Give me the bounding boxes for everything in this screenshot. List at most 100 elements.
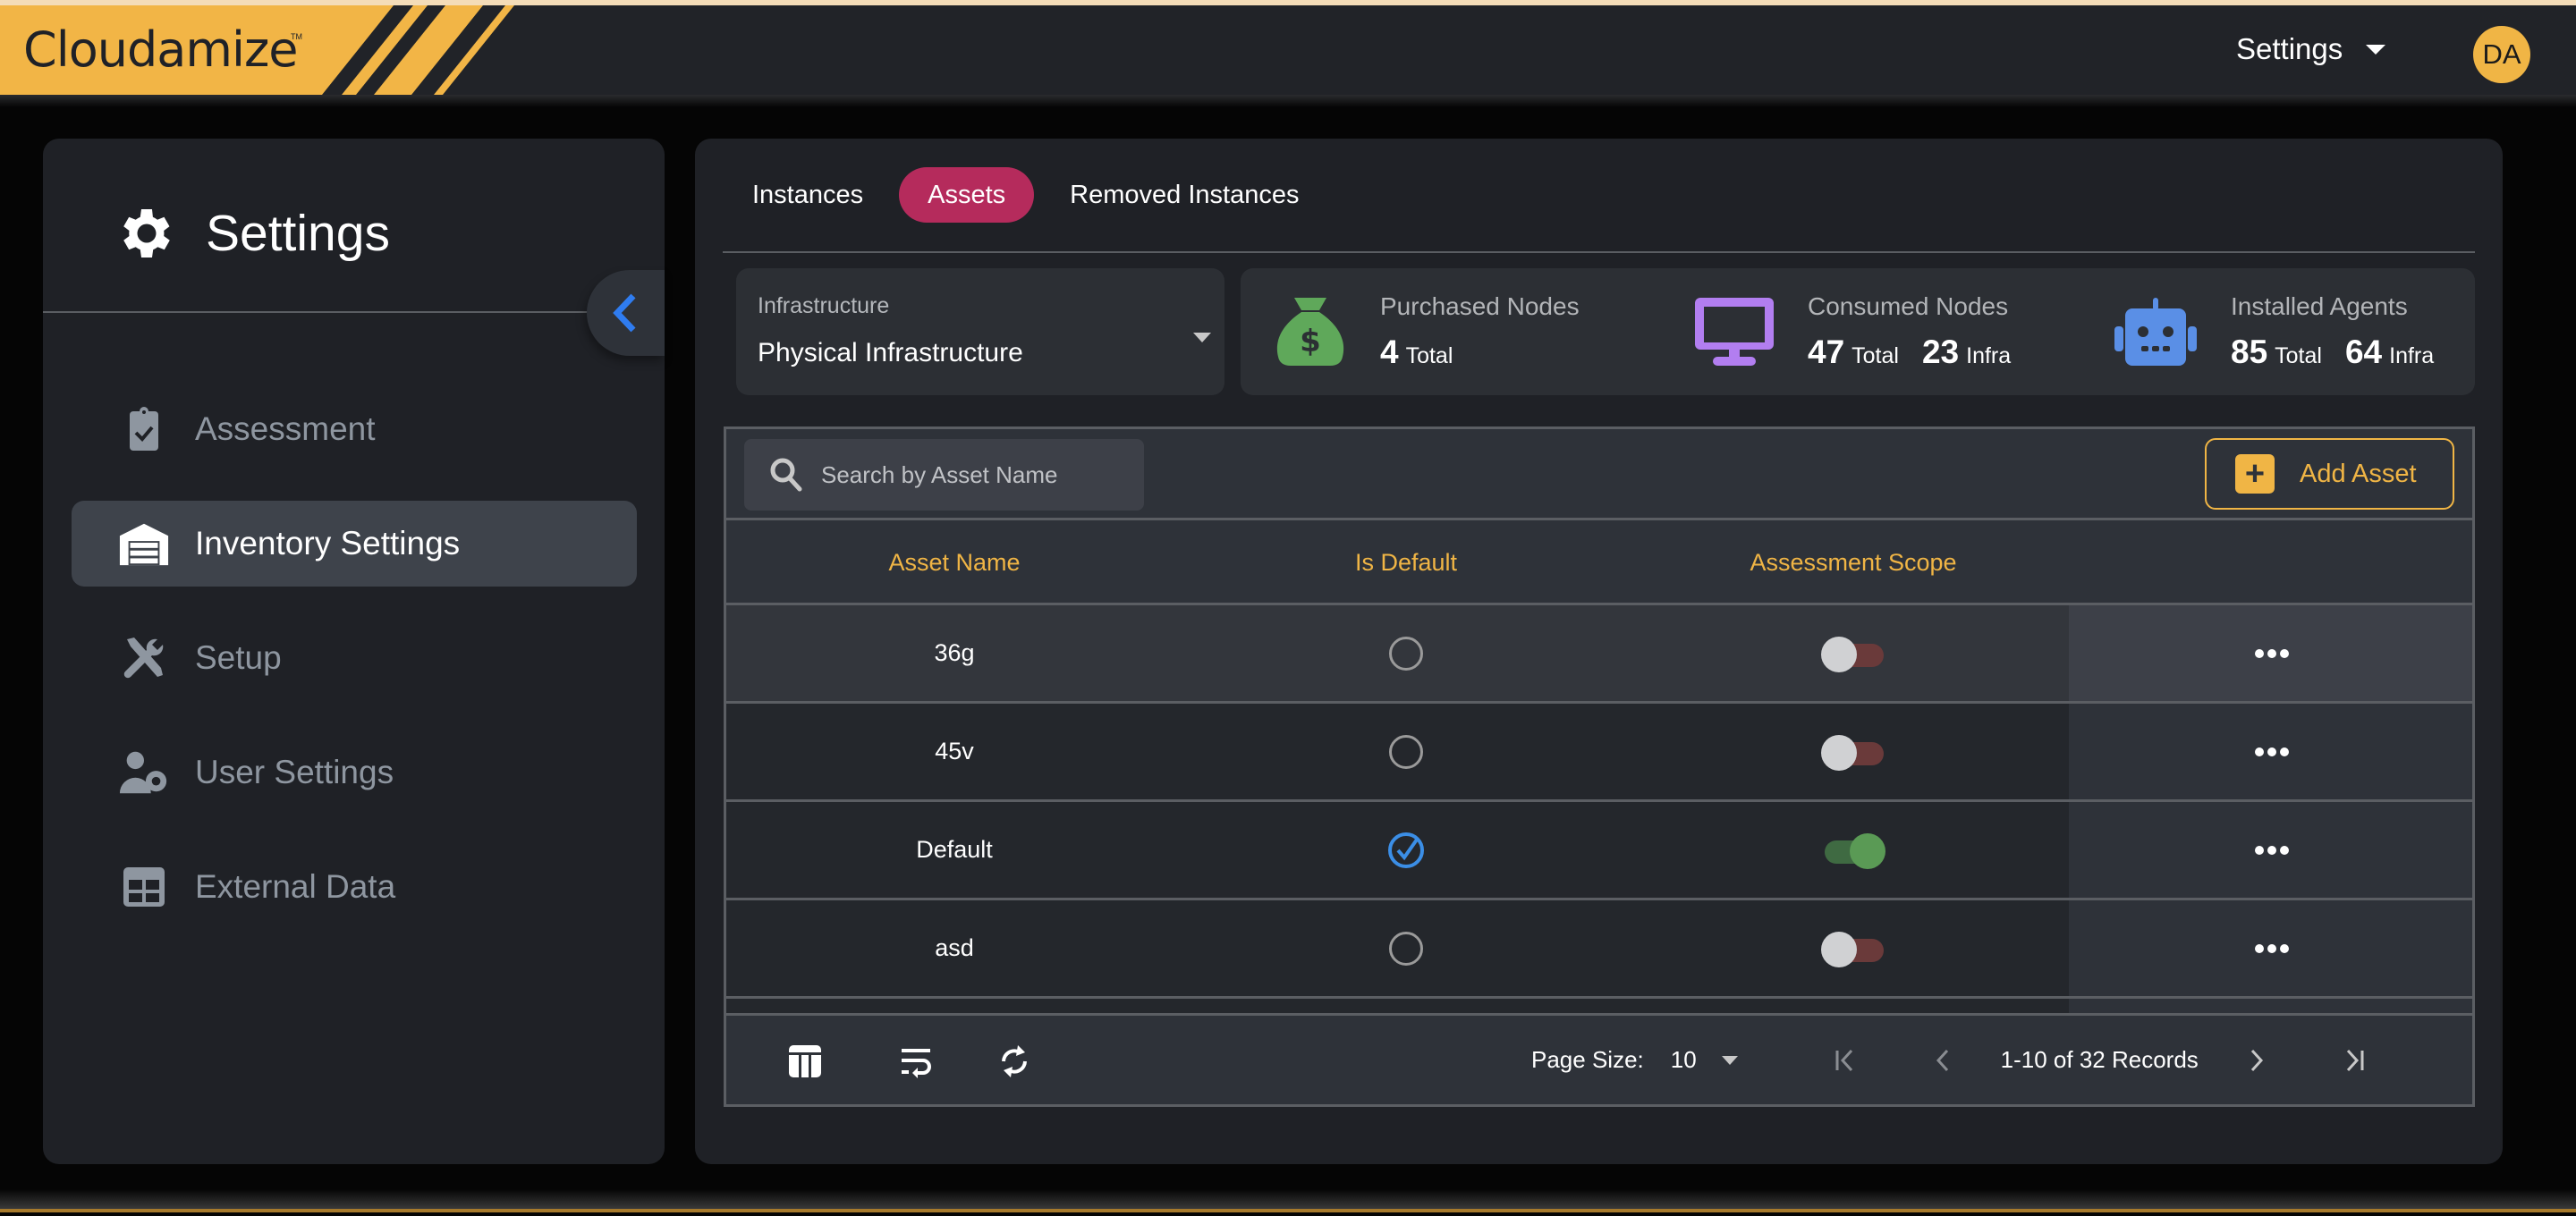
clipboard-check-icon <box>118 403 170 455</box>
bottom-glow <box>0 1189 2576 1209</box>
search-box[interactable] <box>744 439 1144 511</box>
is-default-cell <box>1182 605 1630 701</box>
more-actions-icon[interactable] <box>2255 943 2289 953</box>
collapse-sidebar-button[interactable] <box>587 270 665 356</box>
last-page-icon <box>2346 1049 2364 1071</box>
table-header: Asset Name Is Default Assessment Scope <box>726 520 2472 605</box>
wrap-text-icon[interactable] <box>896 1042 936 1081</box>
assessment-scope-cell <box>1630 704 2077 799</box>
first-page-button[interactable] <box>1827 1043 1863 1078</box>
caret-down-icon <box>2366 44 2386 55</box>
page-size-select[interactable]: 10 <box>1671 1046 1738 1074</box>
stat-consumed-nodes: Consumed Nodes 47 Total 23 Infra <box>1693 268 2027 395</box>
robot-icon <box>2114 298 2197 366</box>
warehouse-icon <box>118 518 170 570</box>
refresh-icon[interactable] <box>995 1042 1034 1081</box>
sidebar-item-label: Assessment <box>195 410 376 447</box>
sidebar-item-external-data[interactable]: External Data <box>72 844 637 930</box>
records-count: 1-10 of 32 Records <box>2000 1046 2199 1073</box>
monitor-icon <box>1695 298 1774 366</box>
sidebar-item-label: Inventory Settings <box>195 525 461 562</box>
asset-name-cell: 45v <box>935 738 974 764</box>
actions-cell <box>2069 900 2472 996</box>
stat-unit: Infra <box>1966 343 2012 368</box>
default-radio[interactable] <box>1389 636 1423 671</box>
previous-page-button[interactable] <box>1926 1043 1962 1078</box>
table-row[interactable]: 36g <box>726 605 2472 704</box>
sidebar-item-inventory-settings[interactable]: Inventory Settings <box>72 501 637 587</box>
chevron-left-icon <box>613 293 636 333</box>
stat-value: 47 <box>1808 334 1845 370</box>
chevron-right-icon <box>2250 1049 2263 1071</box>
sidebar-item-user-settings[interactable]: User Settings <box>72 730 637 815</box>
more-actions-icon[interactable] <box>2255 845 2289 855</box>
sidebar-item-assessment[interactable]: Assessment <box>72 386 637 472</box>
sidebar: Settings Assessment Inventory Settings S… <box>43 139 665 1164</box>
assessment-scope-toggle[interactable] <box>1821 929 1885 968</box>
more-actions-icon[interactable] <box>2255 747 2289 756</box>
sidebar-header: Settings <box>114 201 390 266</box>
table-row[interactable]: asd <box>726 900 2472 999</box>
table-row[interactable]: Default <box>726 802 2472 900</box>
sidebar-title: Settings <box>206 205 390 262</box>
assessment-scope-toggle[interactable] <box>1821 732 1885 772</box>
asset-name-cell: asd <box>935 934 974 961</box>
assessment-scope-toggle[interactable] <box>1821 831 1885 870</box>
stat-value: 4 <box>1380 334 1399 370</box>
table-row[interactable]: 45v <box>726 704 2472 802</box>
user-gear-icon <box>118 747 170 798</box>
asset-name-cell: 36g <box>934 639 975 666</box>
stat-unit: Total <box>1405 343 1453 368</box>
tabs-divider <box>723 251 2475 253</box>
money-bag-icon: $ <box>1276 298 1344 366</box>
actions-cell <box>2069 704 2472 799</box>
is-default-cell <box>1182 900 1630 996</box>
column-chooser-icon[interactable] <box>785 1042 825 1081</box>
assets-table: + Add Asset Asset Name Is Default Assess… <box>724 426 2475 1107</box>
table-toolbar: + Add Asset <box>726 429 2472 520</box>
tab-assets[interactable]: Assets <box>899 167 1035 223</box>
sidebar-item-label: User Settings <box>195 754 394 790</box>
header-shadow <box>0 95 2576 107</box>
search-input[interactable] <box>821 460 1116 489</box>
assessment-scope-cell <box>1630 605 2077 701</box>
add-asset-button[interactable]: + Add Asset <box>2205 438 2454 510</box>
logo[interactable]: Cloudamize TM <box>0 5 519 95</box>
tab-removed-instances[interactable]: Removed Instances <box>1041 167 1327 223</box>
actions-cell <box>2069 802 2472 898</box>
checked-circle-icon[interactable] <box>1386 831 1426 870</box>
stat-unit: Total <box>2275 343 2322 368</box>
infrastructure-select-label: Infrastructure <box>758 293 890 318</box>
last-page-button[interactable] <box>2336 1043 2372 1078</box>
assessment-scope-cell <box>1630 900 2077 996</box>
stats-panel: $ Purchased Nodes 4 Total Consumed Nodes <box>1241 268 2475 395</box>
stat-title: Installed Agents <box>2231 292 2408 320</box>
stat-value: 23 <box>1921 334 1960 370</box>
column-header-asset-name[interactable]: Asset Name <box>726 520 1182 605</box>
stat-value: 64 <box>2344 334 2383 370</box>
add-asset-label: Add Asset <box>2300 459 2417 488</box>
sidebar-item-setup[interactable]: Setup <box>72 615 637 701</box>
logo-text: Cloudamize <box>23 21 299 78</box>
asset-name-cell: Default <box>916 836 993 863</box>
assessment-scope-toggle[interactable] <box>1821 634 1885 673</box>
chevron-left-icon <box>1936 1049 1948 1071</box>
more-actions-icon[interactable] <box>2255 648 2289 658</box>
tools-icon <box>118 632 170 684</box>
default-radio[interactable] <box>1389 734 1423 769</box>
sidebar-item-label: Setup <box>195 639 282 676</box>
pagination: Page Size: 10 1-10 of 32 Records <box>1531 1016 2372 1104</box>
app-header: Cloudamize TM Settings DA <box>0 5 2576 95</box>
next-page-button[interactable] <box>2238 1043 2274 1078</box>
column-header-assessment-scope[interactable]: Assessment Scope <box>1630 520 2077 605</box>
is-default-cell <box>1182 704 1630 799</box>
tab-instances[interactable]: Instances <box>724 167 892 223</box>
column-header-is-default[interactable]: Is Default <box>1182 520 1630 605</box>
plus-icon: + <box>2235 454 2275 494</box>
sidebar-item-label: External Data <box>195 868 396 905</box>
avatar[interactable]: DA <box>2473 26 2530 83</box>
default-radio[interactable] <box>1389 931 1423 966</box>
main-panel: Instances Assets Removed Instances Infra… <box>695 139 2503 1164</box>
infrastructure-select[interactable]: Infrastructure Physical Infrastructure <box>736 268 1224 395</box>
settings-menu[interactable]: Settings <box>2236 32 2386 66</box>
